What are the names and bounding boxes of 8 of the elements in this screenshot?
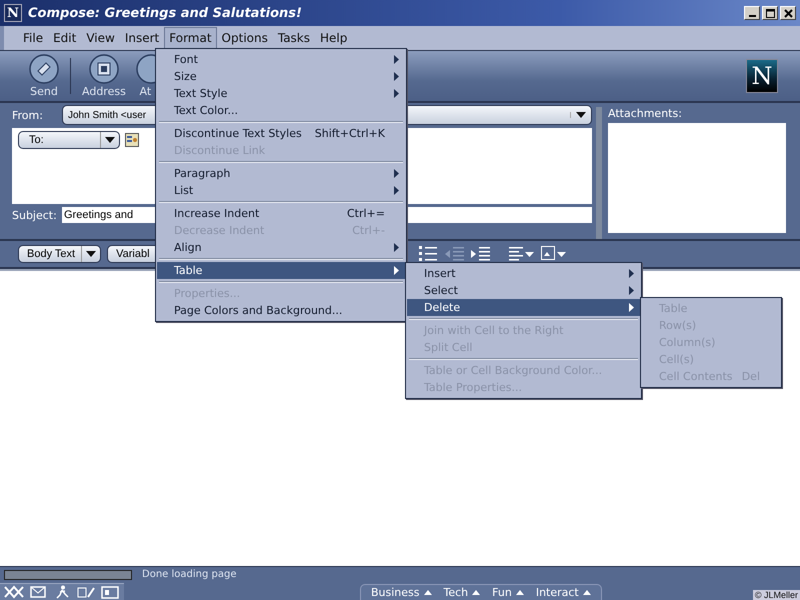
attachments-label: Attachments: (608, 107, 683, 120)
app-logo: N (4, 4, 22, 22)
credit-text: © JLMeller (752, 590, 800, 600)
window-title: Compose: Greetings and Salutations! (28, 6, 303, 20)
subject-label: Subject: (12, 208, 56, 222)
brand-logo: N (746, 59, 778, 93)
from-label: From: (12, 108, 44, 122)
status-text: Done loading page (142, 569, 236, 580)
